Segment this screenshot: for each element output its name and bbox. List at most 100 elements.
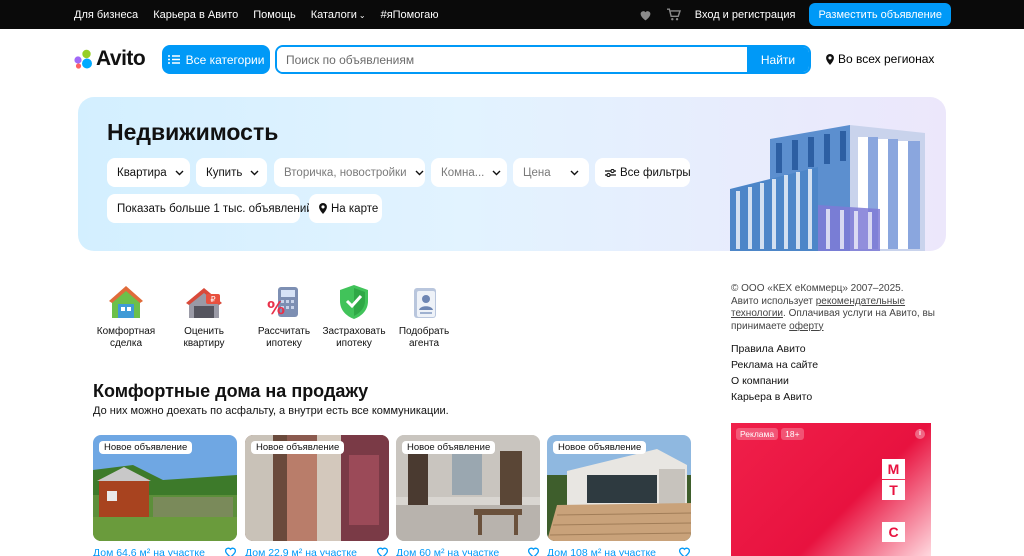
new-listing-badge: Новое объявление xyxy=(251,441,345,454)
top-link-business[interactable]: Для бизнеса xyxy=(74,9,138,21)
on-map-button[interactable]: На карте xyxy=(309,194,382,223)
logo-text: Avito xyxy=(96,47,146,70)
agent-card-icon xyxy=(404,282,444,322)
heart-icon[interactable] xyxy=(678,545,691,556)
link-advertising[interactable]: Реклама на сайте xyxy=(731,357,818,373)
listing-photo[interactable]: Новое объявление xyxy=(93,435,237,541)
ad-banner[interactable]: Реклама 18+ i М Т С xyxy=(731,423,931,556)
section-title: Комфортные дома на продажу xyxy=(93,381,369,401)
svg-text:₽: ₽ xyxy=(210,295,215,304)
filter-rooms[interactable]: Комна... xyxy=(431,158,507,187)
search-input[interactable] xyxy=(277,47,747,72)
price-tag-house-icon: ₽ xyxy=(184,282,224,322)
all-filters-label: Все фильтры xyxy=(620,166,691,179)
sliders-icon xyxy=(605,168,616,177)
service-comfort-deal[interactable]: Комфортная сделка xyxy=(86,282,166,350)
location-pin-icon xyxy=(826,53,834,65)
filter-price-label: Цена xyxy=(523,166,551,179)
all-categories-button[interactable]: Все категории xyxy=(162,45,270,74)
filter-type[interactable]: Квартира xyxy=(107,158,190,187)
show-more-button[interactable]: Показать больше 1 тыс. объявлений xyxy=(107,194,313,223)
logo-dots-icon xyxy=(74,49,92,69)
all-categories-label: Все категории xyxy=(185,52,265,67)
chevron-down-icon xyxy=(562,170,579,176)
shield-check-icon xyxy=(334,282,374,322)
service-insure-mortgage[interactable]: Застраховать ипотеку xyxy=(314,282,394,350)
info-icon[interactable]: i xyxy=(915,429,925,439)
listing-card[interactable]: Новое объявление Дом 22,9 м² на участке xyxy=(245,435,389,556)
filter-market[interactable]: Вторичка, новостройки xyxy=(274,158,425,187)
ad-label: Реклама 18+ xyxy=(736,428,807,440)
region-label: Во всех регионах xyxy=(838,52,935,66)
filter-type-label: Квартира xyxy=(117,166,167,179)
filter-rooms-label: Комна... xyxy=(441,166,485,179)
top-nav: Для бизнеса Карьера в Авито Помощь Катал… xyxy=(74,0,454,29)
legal-text: © ООО «КЕХ еКоммерц» 2007–2025. Авито ис… xyxy=(731,283,936,333)
listing-title[interactable]: Дом 60 м² на участке xyxy=(396,547,521,556)
heart-icon[interactable] xyxy=(224,545,237,556)
service-calc-mortgage[interactable]: % Рассчитать ипотеку xyxy=(244,282,324,350)
listing-photo[interactable]: Новое объявление xyxy=(396,435,540,541)
calculator-icon: % xyxy=(264,282,304,322)
listing-title[interactable]: Дом 22,9 м² на участке xyxy=(245,547,370,556)
service-label: Рассчитать ипотеку xyxy=(257,326,311,349)
listing-card[interactable]: Новое объявление Дом 64,6 м² на участке xyxy=(93,435,237,556)
offer-link[interactable]: оферту xyxy=(789,321,823,332)
chevron-down-icon xyxy=(407,170,424,176)
heart-icon[interactable] xyxy=(639,9,652,21)
chevron-down-icon xyxy=(167,170,184,176)
mts-letter-m: М xyxy=(882,459,905,479)
link-rules[interactable]: Правила Авито xyxy=(731,341,818,357)
post-ad-button[interactable]: Разместить объявление xyxy=(809,3,951,26)
listing-title[interactable]: Дом 64,6 м² на участке xyxy=(93,547,218,556)
mts-letter-t: Т xyxy=(882,480,905,500)
filter-deal[interactable]: Купить xyxy=(196,158,267,187)
link-about[interactable]: О компании xyxy=(731,373,818,389)
listing-photo[interactable]: Новое объявление xyxy=(547,435,691,541)
service-label: Подобрать агента xyxy=(398,326,450,349)
section-subtitle: До них можно доехать по асфальту, а внут… xyxy=(93,405,449,417)
legal-notice: Авито использует рекомендательные технол… xyxy=(731,296,936,334)
new-listing-badge: Новое объявление xyxy=(553,441,647,454)
ad-age-text: 18+ xyxy=(781,428,804,440)
filter-price[interactable]: Цена xyxy=(513,158,589,187)
top-link-catalogs[interactable]: Каталоги ⌄ xyxy=(311,9,366,21)
show-more-label: Показать больше 1 тыс. объявлений xyxy=(117,202,313,215)
categories-icon xyxy=(167,55,180,64)
cart-icon[interactable] xyxy=(666,8,681,21)
new-listing-badge: Новое объявление xyxy=(402,441,496,454)
service-estimate-flat[interactable]: ₽ Оценить квартиру xyxy=(164,282,244,350)
hero-title: Недвижимость xyxy=(107,119,279,145)
on-map-label: На карте xyxy=(331,202,379,215)
copyright: © ООО «КЕХ еКоммерц» 2007–2025. xyxy=(731,283,904,294)
service-label: Застраховать ипотеку xyxy=(322,326,386,349)
svg-text:%: % xyxy=(267,298,285,319)
region-selector[interactable]: Во всех регионах xyxy=(826,52,934,66)
all-filters-button[interactable]: Все фильтры xyxy=(595,158,691,187)
link-career[interactable]: Карьера в Авито xyxy=(731,389,818,405)
chevron-down-icon: ⌄ xyxy=(358,10,366,20)
service-label: Оценить квартиру xyxy=(183,326,225,349)
ad-label-text: Реклама xyxy=(736,428,779,440)
top-link-help-initiative[interactable]: #яПомогаю xyxy=(381,9,439,21)
heart-icon[interactable] xyxy=(376,545,389,556)
house-deal-icon xyxy=(106,282,146,322)
top-link-career[interactable]: Карьера в Авито xyxy=(153,9,238,21)
search-button[interactable]: Найти xyxy=(747,47,809,72)
top-link-help[interactable]: Помощь xyxy=(253,9,296,21)
chevron-down-icon xyxy=(242,170,259,176)
top-right: Вход и регистрация Разместить объявление xyxy=(639,0,951,29)
avito-logo[interactable]: Avito xyxy=(73,47,146,70)
listing-card[interactable]: Новое объявление Дом 60 м² на участке xyxy=(396,435,540,556)
listing-title[interactable]: Дом 108 м² на участке xyxy=(547,547,672,556)
top-bar: Для бизнеса Карьера в Авито Помощь Катал… xyxy=(0,0,1024,29)
login-link[interactable]: Вход и регистрация xyxy=(695,9,796,21)
listing-photo[interactable]: Новое объявление xyxy=(245,435,389,541)
search-bar: Найти xyxy=(275,45,811,74)
mts-spacer xyxy=(882,501,905,521)
legal-part-1: Авито использует xyxy=(731,295,816,307)
listing-card[interactable]: Новое объявление Дом 108 м² на участке xyxy=(547,435,691,556)
heart-icon[interactable] xyxy=(527,545,540,556)
service-find-agent[interactable]: Подобрать агента xyxy=(384,282,464,350)
mts-letter-s: С xyxy=(882,522,905,542)
